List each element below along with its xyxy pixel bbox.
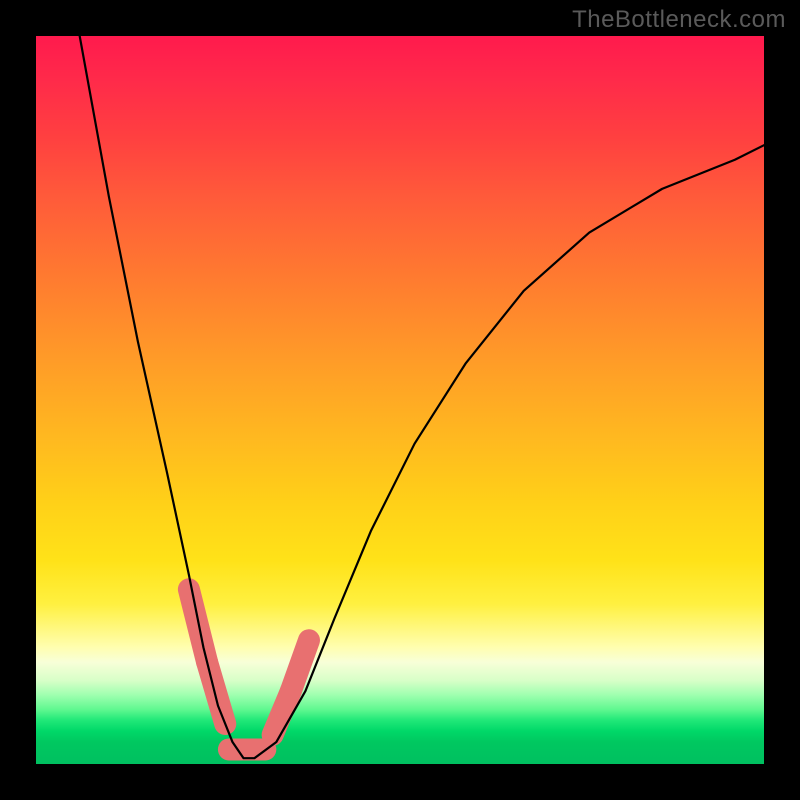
chart-frame: TheBottleneck.com bbox=[0, 0, 800, 800]
marker-layer bbox=[189, 589, 309, 749]
watermark-text: TheBottleneck.com bbox=[572, 6, 786, 34]
chart-svg bbox=[36, 36, 764, 764]
right-ascending-band bbox=[291, 640, 309, 691]
bottleneck-curve bbox=[80, 36, 764, 758]
chart-plot-area bbox=[36, 36, 764, 764]
